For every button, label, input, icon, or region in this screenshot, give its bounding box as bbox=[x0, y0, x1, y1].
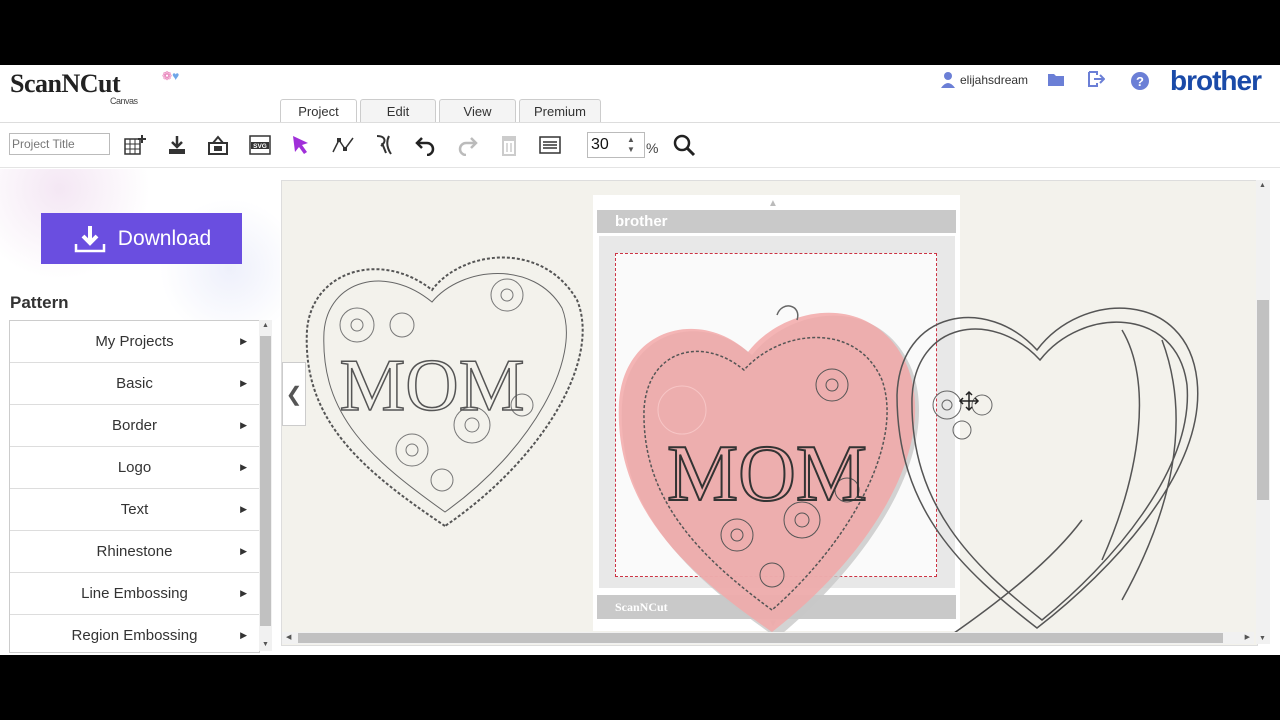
scroll-right-icon[interactable]: ▶ bbox=[1245, 632, 1250, 644]
scroll-down-icon[interactable]: ▼ bbox=[259, 639, 272, 651]
folder-icon[interactable] bbox=[1046, 71, 1066, 91]
scroll-down-icon[interactable]: ▼ bbox=[1259, 635, 1266, 642]
caret-right-icon: ▶ bbox=[240, 378, 247, 388]
tab-project[interactable]: Project bbox=[280, 99, 357, 122]
zoom-down-icon[interactable]: ▼ bbox=[627, 145, 635, 155]
caret-right-icon: ▶ bbox=[240, 588, 247, 598]
new-project-icon[interactable] bbox=[121, 131, 149, 159]
zoom-value[interactable]: 30 bbox=[588, 136, 627, 154]
list-item[interactable]: Region Embossing ▶ bbox=[10, 615, 259, 652]
sidebar: Download Pattern My Projects ▶ Basic ▶ Bor… bbox=[0, 169, 280, 655]
brother-brand-logo: brother bbox=[1170, 65, 1262, 96]
download-icon bbox=[74, 225, 106, 252]
svg-text:MOM: MOM bbox=[667, 430, 867, 518]
redo-icon[interactable] bbox=[453, 131, 481, 159]
list-item[interactable]: Text ▶ bbox=[10, 489, 259, 531]
node-edit-icon[interactable] bbox=[329, 131, 357, 159]
scroll-up-icon[interactable]: ▲ bbox=[1259, 182, 1266, 189]
caret-right-icon: ▶ bbox=[240, 504, 247, 514]
horizontal-scroll-thumb[interactable] bbox=[298, 633, 1223, 643]
zoom-up-icon[interactable]: ▲ bbox=[627, 135, 635, 145]
mom-text: MOM bbox=[339, 345, 524, 427]
design-layer: MOM MOM bbox=[305, 256, 1199, 639]
search-icon[interactable] bbox=[670, 131, 698, 159]
svg-text:?: ? bbox=[1136, 74, 1144, 89]
caret-right-icon: ▶ bbox=[240, 336, 247, 346]
user-icon bbox=[941, 72, 955, 88]
sidebar-scrollbar[interactable]: ▲ ▼ bbox=[259, 320, 272, 651]
toolbar: SVG 30 ▲▼ % bbox=[0, 127, 1280, 167]
collapse-panel-button[interactable]: ❮ bbox=[282, 362, 306, 426]
caret-right-icon: ▶ bbox=[240, 546, 247, 556]
pink-heart-design[interactable]: MOM bbox=[618, 305, 920, 638]
delete-icon[interactable] bbox=[495, 131, 523, 159]
list-item[interactable]: Basic ▶ bbox=[10, 363, 259, 405]
tab-divider bbox=[0, 122, 1280, 123]
svg-text:SVG: SVG bbox=[253, 143, 267, 150]
list-item[interactable]: Logo ▶ bbox=[10, 447, 259, 489]
user-account[interactable]: elijahsdream bbox=[940, 71, 1028, 89]
select-icon[interactable] bbox=[287, 131, 315, 159]
tab-view[interactable]: View bbox=[439, 99, 516, 122]
download-button[interactable]: Download bbox=[41, 213, 242, 264]
caret-right-icon: ▶ bbox=[240, 630, 247, 640]
scroll-left-icon[interactable]: ◀ bbox=[286, 632, 291, 644]
tab-premium[interactable]: Premium bbox=[519, 99, 601, 122]
toolbar-divider bbox=[0, 167, 1280, 168]
scroll-up-icon[interactable]: ▲ bbox=[259, 320, 272, 332]
tab-edit[interactable]: Edit bbox=[360, 99, 436, 122]
username-label: elijahsdream bbox=[960, 73, 1029, 87]
canvas-vertical-scrollbar[interactable]: ▲ ▼ bbox=[1256, 180, 1270, 644]
canvas-horizontal-scrollbar[interactable]: ◀ ▶ bbox=[282, 632, 1254, 644]
svg-icon[interactable]: SVG bbox=[246, 131, 274, 159]
list-item[interactable]: Border ▶ bbox=[10, 405, 259, 447]
scanncut-canvas-app: ScanNCut Canvas ❁♥ elijahsdream ? brothe… bbox=[0, 65, 1280, 655]
zoom-unit: % bbox=[646, 140, 659, 156]
chevron-left-icon: ❮ bbox=[285, 383, 303, 406]
caret-right-icon: ▶ bbox=[240, 420, 247, 430]
sidebar-scroll-thumb[interactable] bbox=[260, 336, 271, 626]
logout-icon[interactable] bbox=[1086, 71, 1106, 91]
list-item[interactable]: Rhinestone ▶ bbox=[10, 531, 259, 573]
list-icon[interactable] bbox=[536, 131, 564, 159]
scanncut-logo: ScanNCut Canvas bbox=[10, 69, 138, 106]
undo-icon[interactable] bbox=[412, 131, 440, 159]
pattern-title: Pattern bbox=[10, 293, 69, 312]
pattern-category-list: My Projects ▶ Basic ▶ Border ▶ Logo ▶ Text ▶ … bbox=[9, 320, 260, 653]
logo-decoration-icon: ❁♥ bbox=[162, 69, 180, 83]
list-item[interactable]: Line Embossing ▶ bbox=[10, 573, 259, 615]
download-label: Download bbox=[117, 226, 212, 250]
caret-right-icon: ▶ bbox=[240, 462, 247, 472]
outline-heart-design[interactable] bbox=[896, 307, 1199, 639]
project-title-input[interactable] bbox=[9, 133, 110, 155]
mom-heart-design[interactable]: MOM bbox=[305, 256, 584, 528]
move-cursor-icon bbox=[958, 390, 980, 412]
curve-tool-icon[interactable] bbox=[371, 131, 399, 159]
help-icon[interactable]: ? bbox=[1130, 71, 1150, 91]
vertical-scroll-thumb[interactable] bbox=[1257, 300, 1269, 500]
save-icon[interactable] bbox=[163, 131, 191, 159]
menu-tabs: Project Edit View Premium bbox=[280, 99, 601, 122]
import-icon[interactable] bbox=[204, 131, 232, 159]
list-item[interactable]: My Projects ▶ bbox=[10, 321, 259, 363]
logo-subtitle: Canvas bbox=[110, 96, 138, 106]
zoom-stepper[interactable]: 30 ▲ ▼ bbox=[587, 132, 645, 158]
